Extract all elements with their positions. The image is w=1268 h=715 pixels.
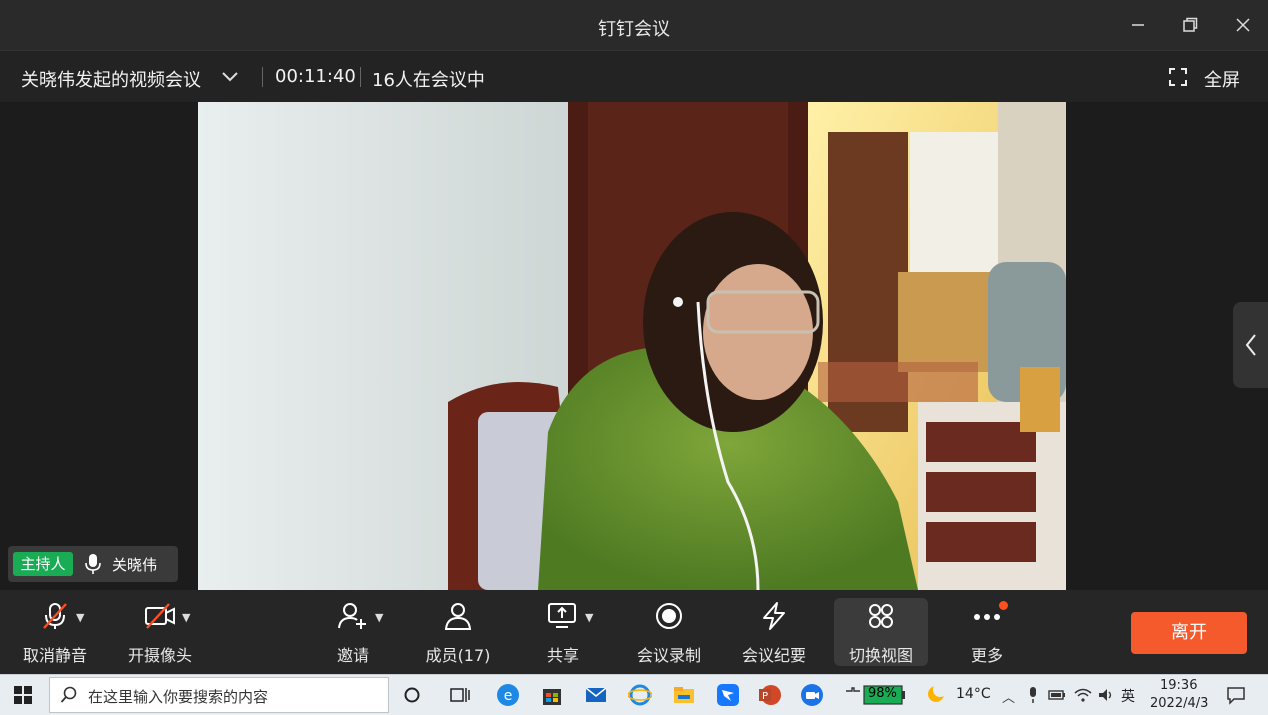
switch-view-button[interactable]: 切换视图 [834,598,928,666]
members-label: 成员(17) [425,646,491,665]
notification-center-icon[interactable] [1226,685,1246,705]
camera-label: 开摄像头 [127,646,192,665]
invite-label: 邀请 [336,646,369,665]
meeting-toolbar: ▼ 取消静音 ▼ 开摄像头 ▼ 邀请 成员(17) ▼ 共享 会议录制 会议纪要… [0,590,1268,674]
minimize-icon [1132,24,1144,26]
minutes-label: 会议纪要 [741,646,806,665]
minutes-button[interactable]: 会议纪要 [729,598,819,666]
microphone-icon [85,554,101,574]
caret-down-icon[interactable]: ▼ [585,611,593,624]
restore-button[interactable] [1175,12,1205,38]
fullscreen-icon[interactable] [1168,67,1188,87]
search-icon [60,686,77,703]
unmute-label: 取消静音 [22,646,87,665]
side-panel-toggle[interactable] [1233,302,1268,388]
ie-browser-icon[interactable] [628,683,652,707]
store-icon[interactable] [540,683,564,707]
powerpoint-icon[interactable]: P [758,683,782,707]
record-icon [656,603,682,629]
window-titlebar: 钉钉会议 [0,0,1268,50]
tray-mic-icon[interactable] [1026,686,1040,704]
wifi-icon[interactable] [1074,687,1092,703]
invite-button[interactable]: ▼ 邀请 [308,598,398,666]
video-stage: 主持人 关晓伟 [0,102,1268,590]
clock-date[interactable]: 2022/4/3 [1150,696,1208,711]
grid-view-icon [869,604,893,628]
windows-taskbar: 在这里输入你要搜索的内容 e P 98% 14°C ︿ 英 19:36 2022… [0,674,1268,715]
caret-down-icon[interactable]: ▼ [375,611,383,624]
members-button[interactable]: 成员(17) [413,598,503,666]
chevron-down-icon[interactable] [220,65,240,89]
speaker-name: 关晓伟 [112,556,158,574]
camera-off-icon [145,603,175,629]
more-button[interactable]: 更多 [942,598,1032,666]
taskbar-search-box[interactable]: 在这里输入你要搜索的内容 [49,677,389,713]
minimize-button[interactable] [1123,12,1153,38]
record-label: 会议录制 [636,646,701,665]
notification-dot [999,601,1008,610]
mail-icon[interactable] [584,683,608,707]
participant-count: 16人在会议中 [372,70,485,91]
camera-button[interactable]: ▼ 开摄像头 [115,598,205,666]
caret-down-icon[interactable]: ▼ [76,611,84,624]
input-method-indicator[interactable]: 英 [1121,686,1135,706]
share-label: 共享 [546,646,579,665]
more-label: 更多 [970,646,1003,665]
tray-expand-icon[interactable]: ︿ [1002,687,1015,706]
cortana-icon[interactable] [400,683,424,707]
video-frame-image [198,102,1066,590]
divider [262,67,263,87]
meeting-info-bar: 关晓伟发起的视频会议 00:11:40 16人在会议中 全屏 [0,50,1268,103]
chevron-left-icon [1245,334,1256,356]
tray-battery-icon[interactable] [1048,688,1066,702]
task-view-icon[interactable] [448,683,472,707]
file-explorer-icon[interactable] [672,683,696,707]
record-button[interactable]: 会议录制 [624,598,714,666]
speaker-tag: 主持人 关晓伟 [8,546,178,582]
divider [360,67,361,87]
screen-share-icon [548,603,576,628]
share-button[interactable]: ▼ 共享 [518,598,608,666]
close-icon [1236,18,1250,32]
window-title: 钉钉会议 [598,19,670,40]
caret-down-icon[interactable]: ▼ [182,611,190,624]
fullscreen-button[interactable]: 全屏 [1204,66,1240,92]
close-button[interactable] [1228,12,1258,38]
add-user-icon [338,603,366,629]
windows-start-icon[interactable] [14,686,32,704]
weather-moon-icon[interactable] [926,684,946,704]
microphone-muted-icon [43,603,67,629]
clock-time[interactable]: 19:36 [1160,678,1197,693]
edge-browser-icon[interactable]: e [496,683,520,707]
svg-text:P: P [762,691,768,702]
lightning-icon [763,602,785,630]
participant-video [198,102,1066,590]
volume-icon[interactable] [1097,687,1115,703]
unmute-button[interactable]: ▼ 取消静音 [10,598,100,666]
members-icon [444,603,472,630]
weather-temperature[interactable]: 14°C [956,686,991,702]
svg-text:e: e [504,688,513,704]
switch-view-label: 切换视图 [848,646,913,665]
battery-percent: 98% [868,686,897,701]
meeting-app-icon[interactable] [800,683,824,707]
leave-meeting-button[interactable]: 离开 [1131,612,1247,654]
host-badge: 主持人 [13,552,73,576]
meeting-title[interactable]: 关晓伟发起的视频会议 [21,66,201,92]
dingtalk-icon[interactable] [716,683,740,707]
taskbar-search-placeholder: 在这里输入你要搜索的内容 [88,688,269,706]
meeting-timer: 00:11:40 [275,66,356,87]
restore-icon [1183,17,1198,32]
